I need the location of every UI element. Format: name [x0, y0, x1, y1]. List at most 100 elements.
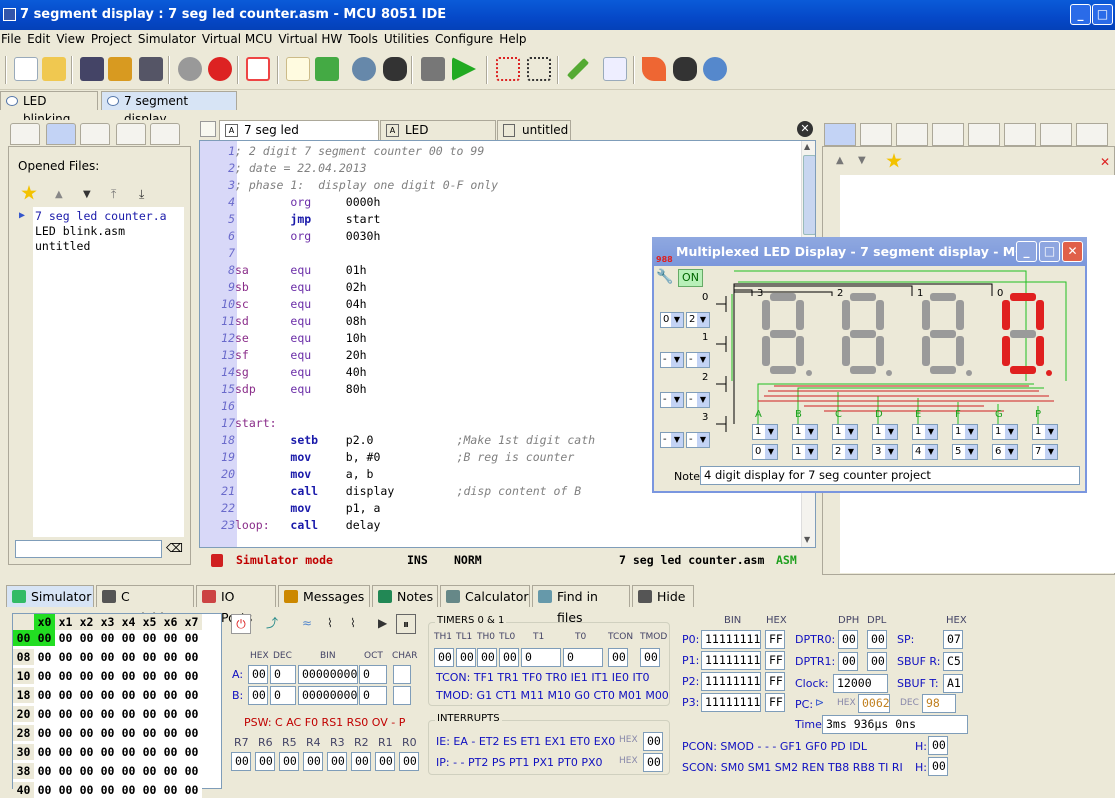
editor-scroll-thumb[interactable]: [803, 155, 815, 235]
code-line[interactable]: 12se equ 10h: [200, 330, 595, 347]
port-bin-field[interactable]: 11111111: [701, 630, 761, 649]
mem-cell[interactable]: 00: [160, 763, 181, 779]
port-hex-field[interactable]: FF: [765, 651, 785, 670]
segment-bit-select[interactable]: 1 ▼: [792, 444, 818, 460]
mem-cell[interactable]: 00: [76, 763, 97, 779]
code-line[interactable]: 5 jmp start: [200, 211, 595, 228]
editor-tab-led-blink[interactable]: ALED blink.asm: [380, 120, 496, 156]
segment-bit-select[interactable]: 7 ▼: [1032, 444, 1058, 460]
exit-icon[interactable]: [208, 57, 232, 81]
open-project-icon[interactable]: [315, 57, 339, 81]
mem-cell[interactable]: 00: [118, 706, 139, 722]
dptr0-dph-field[interactable]: 00: [838, 630, 858, 649]
move-bottom-icon[interactable]: ⤓: [139, 187, 144, 202]
mem-cell[interactable]: 00: [160, 649, 181, 665]
find-icon[interactable]: [352, 57, 376, 81]
mem-cell[interactable]: 00: [55, 649, 76, 665]
move-down-icon[interactable]: ▼: [83, 189, 91, 200]
animate-icon[interactable]: [703, 57, 727, 81]
mem-cell[interactable]: 00: [34, 725, 55, 741]
code-line[interactable]: 18 setb p2.0 ;Make 1st digit cath: [200, 432, 595, 449]
port-hex-field[interactable]: FF: [765, 630, 785, 649]
r-value[interactable]: 00: [327, 752, 347, 771]
mem-cell[interactable]: 00: [139, 630, 160, 646]
filesystem-tab-icon[interactable]: [150, 123, 180, 145]
port-select[interactable]: - ▼: [660, 352, 684, 368]
code-line[interactable]: 9sb equ 02h: [200, 279, 595, 296]
mem-cell[interactable]: 00: [139, 725, 160, 741]
mem-cell[interactable]: 00: [55, 668, 76, 684]
maximize-button[interactable]: □: [1092, 4, 1113, 25]
segment-port-select[interactable]: 1 ▼: [832, 424, 858, 440]
mem-cell[interactable]: 00: [97, 630, 118, 646]
segment-port-select[interactable]: 1 ▼: [792, 424, 818, 440]
port-bin-field[interactable]: 11111111: [701, 693, 761, 712]
timer-value[interactable]: 00: [640, 648, 660, 667]
reg-a-hex[interactable]: 00: [248, 665, 268, 684]
menu-item-edit[interactable]: Edit: [26, 30, 55, 49]
bottom-tab-messages[interactable]: Messages: [278, 585, 370, 607]
segment-port-select[interactable]: 1 ▼: [912, 424, 938, 440]
menu-item-virtual-mcu[interactable]: Virtual MCU: [201, 30, 278, 49]
bottom-tab-c-variables[interactable]: C variables: [96, 585, 194, 625]
mem-cell[interactable]: 00: [118, 687, 139, 703]
led-close-button[interactable]: ✕: [1062, 241, 1083, 262]
mem-cell[interactable]: 00: [139, 744, 160, 760]
segment-bit-select[interactable]: 5 ▼: [952, 444, 978, 460]
ip-hex-field[interactable]: 00: [643, 753, 663, 772]
reg-a-oct[interactable]: 0: [359, 665, 387, 684]
r-value[interactable]: 00: [231, 752, 251, 771]
bottom-tab-simulator[interactable]: Simulator: [6, 585, 94, 607]
mem-cell[interactable]: 00: [34, 763, 55, 779]
mem-cell[interactable]: 00: [160, 687, 181, 703]
mem-cell[interactable]: 00: [55, 782, 76, 798]
code-line[interactable]: 7: [200, 245, 595, 262]
code-line[interactable]: 21 call display ;disp content of B: [200, 483, 595, 500]
code-line[interactable]: 15sdp equ 80h: [200, 381, 595, 398]
dptr0-dpl-field[interactable]: 00: [867, 630, 887, 649]
file-filter-input[interactable]: [15, 540, 162, 558]
port-hex-field[interactable]: FF: [765, 672, 785, 691]
port-hex-field[interactable]: FF: [765, 693, 785, 712]
r-value[interactable]: 00: [303, 752, 323, 771]
list-icon[interactable]: [421, 57, 445, 81]
mem-cell[interactable]: 00: [160, 782, 181, 798]
mem-cell[interactable]: 00: [76, 706, 97, 722]
bottom-tab-notes[interactable]: Notes: [372, 585, 438, 607]
sp-reg-field[interactable]: 07: [943, 630, 963, 649]
remove-bookmark-icon[interactable]: ✕: [1100, 155, 1110, 169]
code-line[interactable]: 22 mov p1, a: [200, 500, 595, 517]
menu-item-project[interactable]: Project: [90, 30, 137, 49]
mem-cell[interactable]: 00: [181, 630, 202, 646]
step-icon[interactable]: [383, 57, 407, 81]
reg-b-oct[interactable]: 0: [359, 686, 387, 705]
mem-cell[interactable]: 00: [118, 782, 139, 798]
code-line[interactable]: 14sg equ 40h: [200, 364, 595, 381]
code-line[interactable]: 11sd equ 08h: [200, 313, 595, 330]
mem-cell[interactable]: 00: [97, 649, 118, 665]
mem-cell[interactable]: 00: [139, 687, 160, 703]
mem-cell[interactable]: 00: [97, 706, 118, 722]
mem-cell[interactable]: 00: [34, 782, 55, 798]
project-tab-led-blinking[interactable]: LED blinking: [0, 91, 98, 126]
menu-item-simulator[interactable]: Simulator: [137, 30, 201, 49]
pc-dec-field[interactable]: 98: [922, 694, 956, 713]
timer-value[interactable]: 0: [563, 648, 603, 667]
bookmark-up-icon[interactable]: ▲: [836, 155, 844, 166]
sim-step-icon[interactable]: ⌇: [327, 616, 333, 630]
mem-cell[interactable]: 00: [76, 782, 97, 798]
mem-cell[interactable]: 00: [118, 744, 139, 760]
mem-cell[interactable]: 00: [34, 649, 55, 665]
segment-port-select[interactable]: 1 ▼: [872, 424, 898, 440]
led-minimize-button[interactable]: _: [1016, 241, 1037, 262]
timer-value[interactable]: 00: [434, 648, 454, 667]
star-icon[interactable]: [21, 185, 37, 200]
sp-reg-field[interactable]: A1: [943, 674, 963, 693]
mem-cell[interactable]: 00: [160, 706, 181, 722]
mem-cell[interactable]: 00: [76, 630, 97, 646]
ie-hex-field[interactable]: 00: [643, 732, 663, 751]
reg-a-char[interactable]: [393, 665, 411, 684]
opened-files-tab-icon[interactable]: [46, 123, 76, 145]
code-line[interactable]: 23loop: call delay: [200, 517, 595, 534]
mem-cell[interactable]: 00: [181, 668, 202, 684]
